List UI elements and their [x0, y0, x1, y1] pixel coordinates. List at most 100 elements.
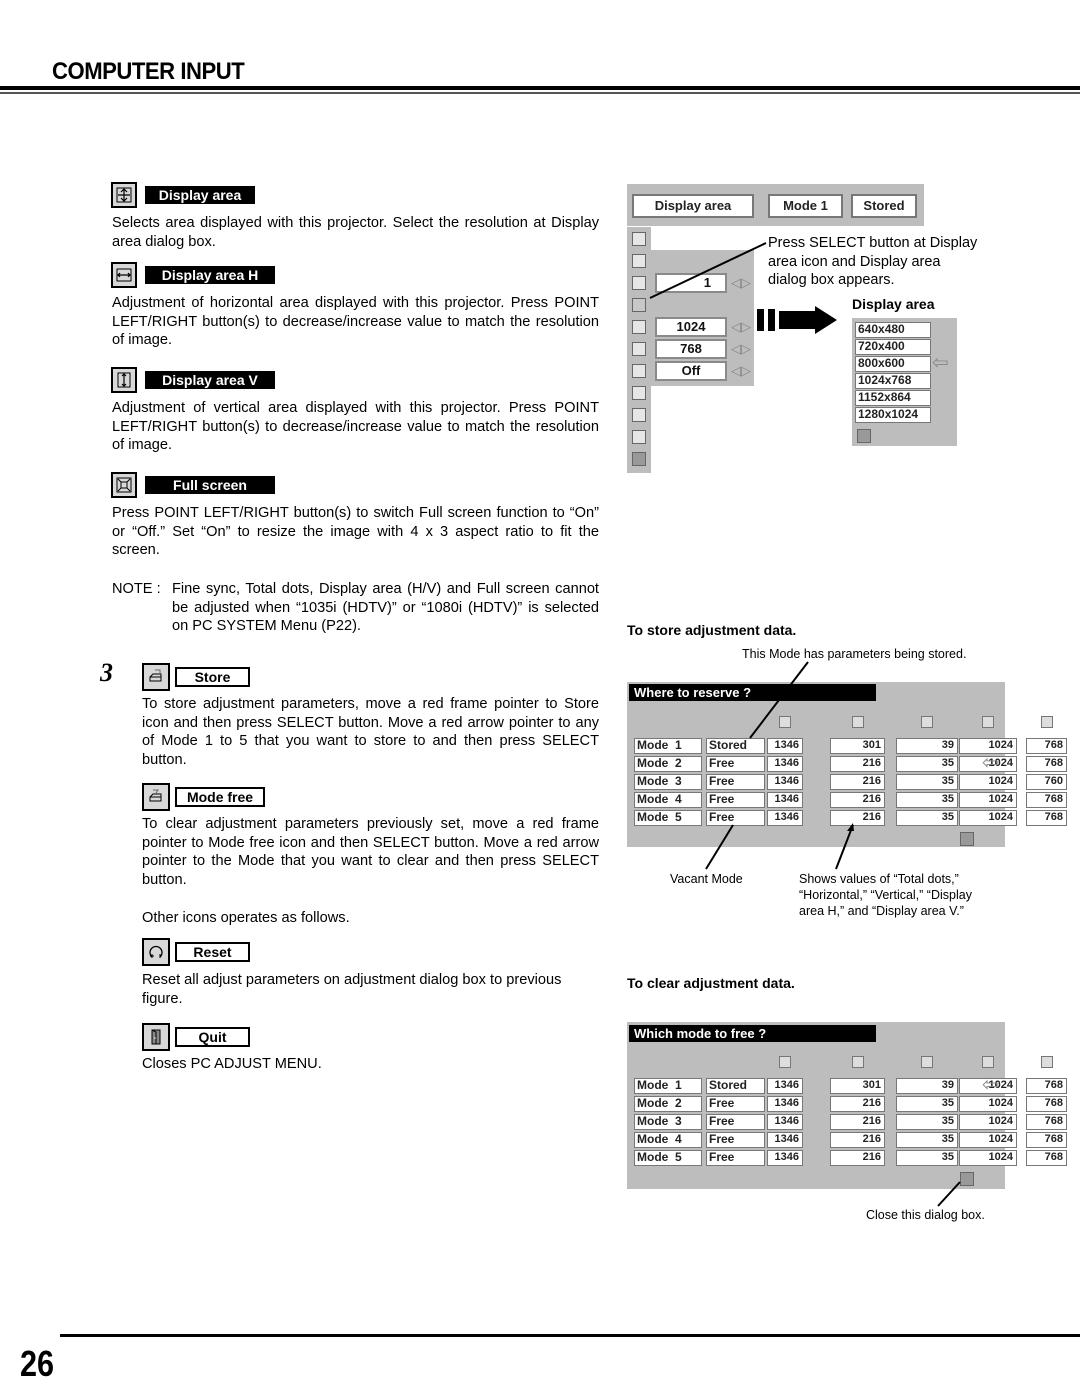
display-area-v-icon — [1040, 716, 1053, 728]
full-screen-menu-icon — [632, 364, 646, 378]
pointer-arrow-icon: ⇦ — [932, 352, 949, 374]
store-value-cell: 1024 — [959, 792, 1017, 808]
step-number: 3 — [100, 658, 113, 687]
resolution-option[interactable]: 1024x768 — [855, 373, 931, 389]
quit-icon — [142, 1023, 170, 1051]
clear-mode-label[interactable]: Mode 2 — [634, 1096, 702, 1112]
left-right-arrow-icon: ◁▷ — [731, 319, 751, 334]
display-area-h-icon — [111, 262, 137, 288]
clear-heading: To clear adjustment data. — [627, 975, 795, 991]
reset-icon — [142, 938, 170, 966]
clear-value-cell: 216 — [830, 1150, 885, 1166]
clear-value-cell: 1346 — [767, 1078, 803, 1094]
clear-value-cell: 1346 — [767, 1114, 803, 1130]
clear-value-cell: 35 — [896, 1096, 958, 1112]
store-mode-label[interactable]: Mode 4 — [634, 792, 702, 808]
vacant-mode-callout: Vacant Mode — [670, 872, 743, 886]
display-area-h-menu-icon — [632, 320, 646, 334]
clear-value-cell: 1346 — [767, 1096, 803, 1112]
clear-mode-label[interactable]: Mode 1 — [634, 1078, 702, 1094]
resolution-option[interactable]: 720x400 — [855, 339, 931, 355]
store-value-cell: 216 — [830, 792, 885, 808]
store-value-cell: 1346 — [767, 774, 803, 790]
store-value-cell: 216 — [830, 774, 885, 790]
display-area-h-icon — [982, 716, 994, 728]
clear-mode-status: Stored — [706, 1078, 765, 1094]
vertical-icon — [921, 716, 933, 728]
big-right-arrow-icon — [757, 306, 837, 336]
reset-desc: Reset all adjust parameters on adjustmen… — [142, 972, 562, 1007]
display-area-menu-icon — [632, 298, 646, 312]
page-number: 26 — [20, 1343, 55, 1384]
display-area-v-menu-icon — [632, 342, 646, 356]
store-desc: To store adjustment parameters, move a r… — [142, 696, 599, 768]
clear-mode-label[interactable]: Mode 3 — [634, 1114, 702, 1130]
select-callout: Press SELECT button at Display area icon… — [768, 235, 978, 288]
store-value-cell: 35 — [896, 792, 958, 808]
store-value-cell: 301 — [830, 738, 885, 754]
store-mode-label[interactable]: Mode 2 — [634, 756, 702, 772]
store-value-cell: 35 — [896, 810, 958, 826]
resolution-option[interactable]: 640x480 — [855, 322, 931, 338]
left-right-arrow-icon: ◁▷ — [731, 363, 751, 378]
display-area-label: Display area — [145, 186, 255, 204]
store-mode-label[interactable]: Mode 1 — [634, 738, 702, 754]
resolution-option[interactable]: 1152x864 — [855, 390, 931, 406]
clear-mode-label[interactable]: Mode 5 — [634, 1150, 702, 1166]
clear-value-cell: 216 — [830, 1132, 885, 1148]
store-value-cell: 1024 — [959, 810, 1017, 826]
clear-value-cell: 1024 — [959, 1114, 1017, 1130]
values-callout: Shows values of “Total dots,” “Horizonta… — [799, 872, 972, 918]
full-screen-icon — [111, 472, 137, 498]
quit-label: Quit — [175, 1027, 250, 1047]
clear-mode-status: Free — [706, 1114, 765, 1130]
store-mode-label[interactable]: Mode 3 — [634, 774, 702, 790]
other-icons-text: Other icons operates as follows. — [142, 910, 350, 926]
store-label: Store — [175, 667, 250, 687]
quit-dialog-icon[interactable] — [857, 429, 871, 443]
display-area-v-icon — [111, 367, 137, 393]
display-area-h-desc: Adjustment of horizontal area displayed … — [112, 295, 599, 349]
auto-pc-icon — [632, 254, 646, 268]
store-heading: To store adjustment data. — [627, 622, 797, 638]
quit-dialog-icon[interactable] — [960, 832, 974, 846]
clear-mode-status: Free — [706, 1150, 765, 1166]
store-value-cell: 1024 — [959, 774, 1017, 790]
store-value-cell: 1346 — [767, 756, 803, 772]
clear-mode-status: Free — [706, 1132, 765, 1148]
quit-dialog-icon[interactable] — [960, 1172, 974, 1186]
store-menu-icon — [632, 408, 646, 422]
clear-value-cell: 301 — [830, 1078, 885, 1094]
store-value-cell: 39 — [896, 738, 958, 754]
display-area-dialog-title: Display area — [852, 296, 935, 312]
display-area-v-value: 768 — [655, 339, 727, 359]
store-value-cell: 1346 — [767, 810, 803, 826]
store-mode-status: Free — [706, 810, 765, 826]
clear-table: Mode 1 Stored 1346 301 39 1024 768 ⇦ Mode 2 Free 1… — [627, 1022, 1067, 1189]
clear-value-cell: 35 — [896, 1114, 958, 1130]
display-area-h-value: 1024 — [655, 317, 727, 337]
vertical-icon — [921, 1056, 933, 1068]
store-mode-status: Free — [706, 774, 765, 790]
clear-mode-label[interactable]: Mode 4 — [634, 1132, 702, 1148]
display-area-icon — [111, 182, 137, 208]
fine-sync-value: 1 — [655, 273, 727, 293]
footer-rule — [60, 1334, 1080, 1337]
store-mode-label[interactable]: Mode 5 — [634, 810, 702, 826]
resolution-option-selected[interactable]: 800x600 — [855, 356, 931, 372]
display-area-h-icon — [982, 1056, 994, 1068]
scroll-up-icon — [632, 232, 646, 246]
store-value-cell: 1346 — [767, 738, 803, 754]
clear-value-cell: 768 — [1026, 1150, 1067, 1166]
display-area-v-desc: Adjustment of vertical area displayed wi… — [112, 400, 599, 454]
store-value-cell: 35 — [896, 756, 958, 772]
resolution-option[interactable]: 1280x1024 — [855, 407, 931, 423]
note-prefix: NOTE : — [112, 581, 161, 597]
reset-label: Reset — [175, 942, 250, 962]
store-value-cell: 768 — [1026, 756, 1067, 772]
store-value-cell: 768 — [1026, 810, 1067, 826]
menu-field-mode: Mode 1 — [768, 194, 843, 218]
quit-menu-icon — [632, 452, 646, 466]
store-icon — [142, 663, 170, 691]
clear-value-cell: 35 — [896, 1150, 958, 1166]
